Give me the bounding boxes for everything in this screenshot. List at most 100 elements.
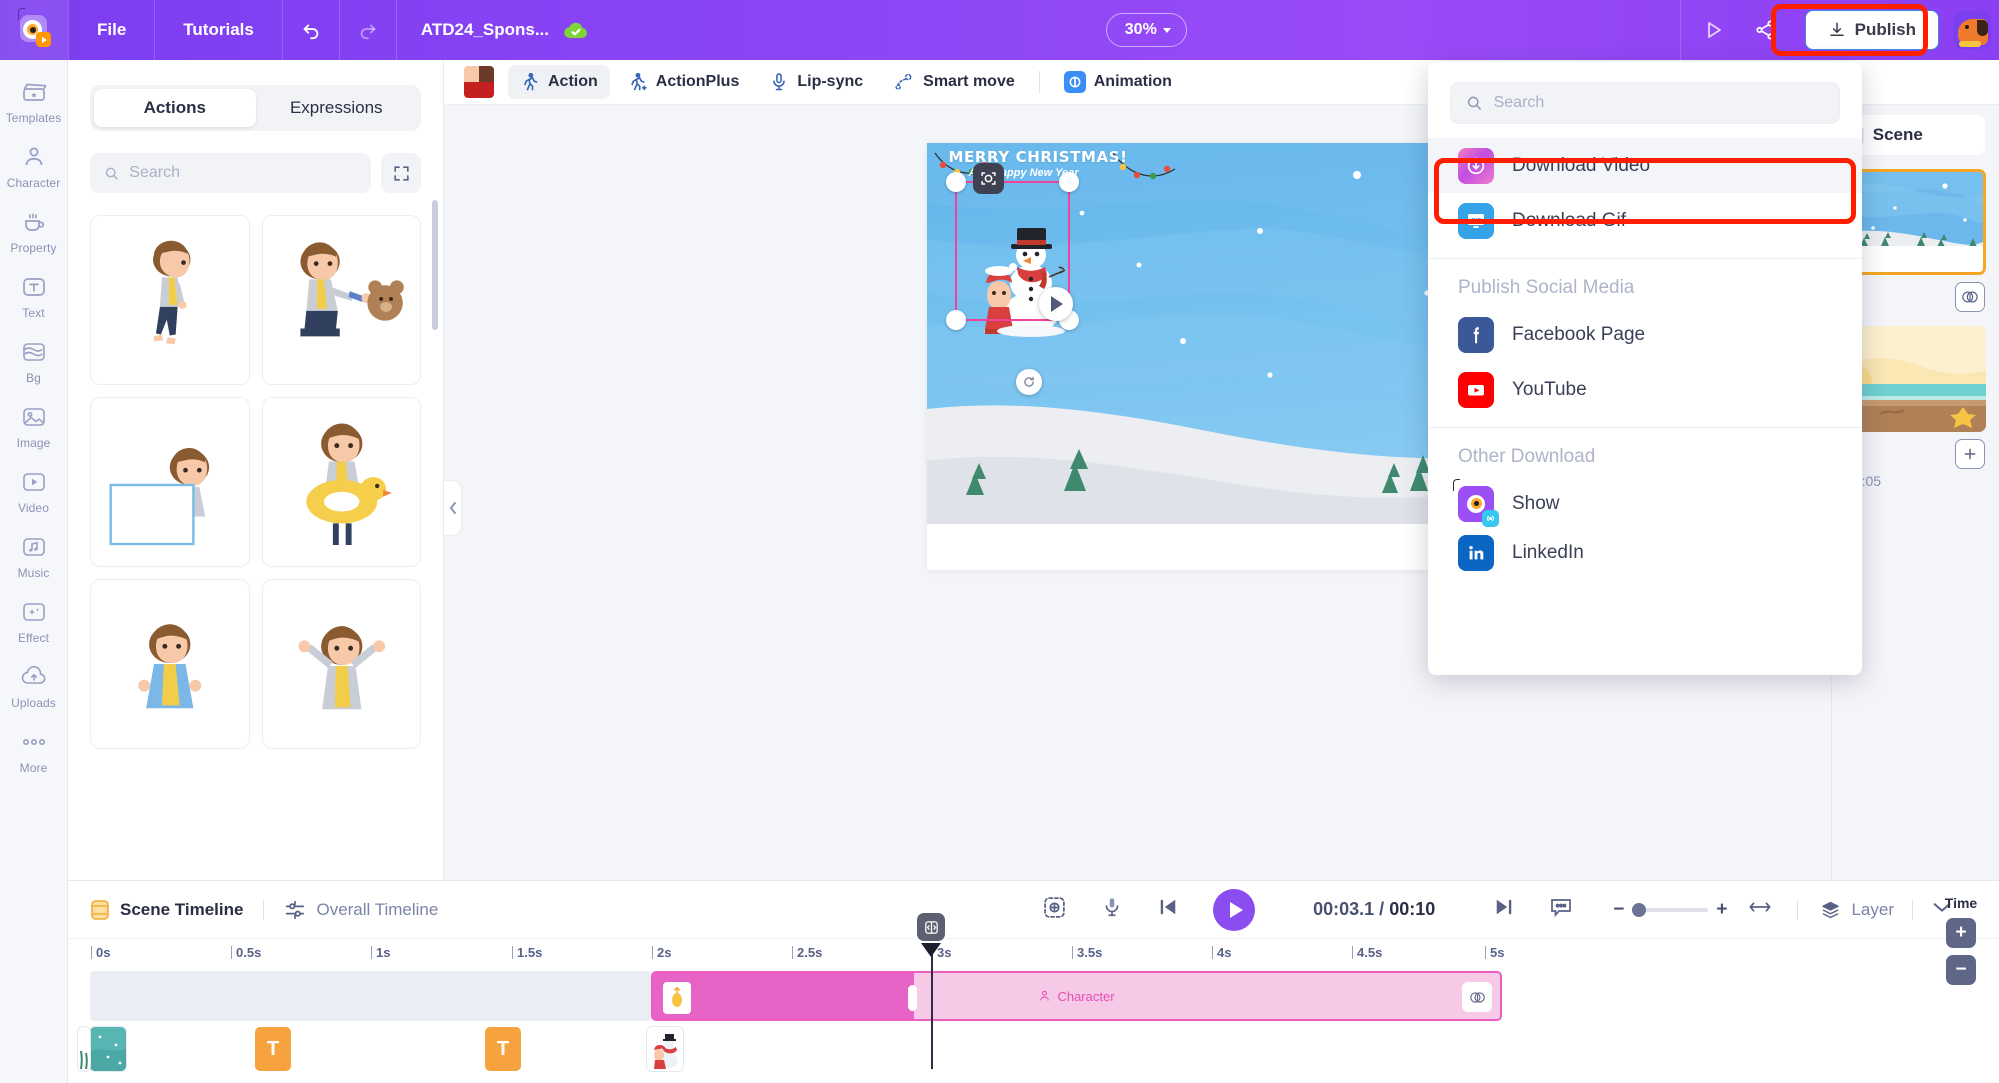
fit-width-button[interactable] — [1749, 900, 1771, 919]
rail-item-video[interactable]: Video — [0, 468, 68, 515]
panel-scrollbar[interactable] — [432, 200, 438, 330]
add-scene-button[interactable] — [1955, 439, 1985, 469]
ctx-smartmove[interactable]: Smart move — [881, 65, 1027, 99]
rotate-handle[interactable] — [1015, 369, 1042, 395]
rail-item-effect[interactable]: Effect — [0, 598, 68, 645]
rail-label: Effect — [17, 631, 50, 645]
share-button[interactable] — [1739, 0, 1791, 60]
asset-thumb-edge[interactable] — [78, 1027, 90, 1071]
playhead[interactable] — [917, 913, 945, 1069]
zoom-level-selector[interactable]: 30% — [1105, 13, 1187, 47]
tab-scene-timeline[interactable]: Scene Timeline — [90, 899, 243, 921]
next-frame-button[interactable] — [1493, 897, 1515, 922]
record-voice-button[interactable] — [1101, 895, 1123, 924]
empty-track-strip[interactable] — [90, 971, 651, 1021]
rail-item-property[interactable]: Property — [0, 208, 68, 255]
rail-item-text[interactable]: Text — [0, 273, 68, 320]
publish-button[interactable]: Publish — [1804, 10, 1940, 50]
ruler-tick: 0s — [90, 945, 111, 960]
preview-button[interactable] — [1687, 0, 1739, 60]
asset-thumb-bg-winter[interactable] — [90, 1027, 126, 1071]
resize-handle-tl[interactable] — [945, 172, 966, 192]
expand-button[interactable] — [381, 153, 421, 193]
asset-thumb-text-1[interactable]: T — [255, 1027, 291, 1071]
tab-actions[interactable]: Actions — [94, 89, 256, 127]
canvas-title-text: MERRY CHRISTMAS! — [948, 148, 1128, 166]
tab-overall-timeline[interactable]: Overall Timeline — [284, 899, 438, 921]
camera-frame-button[interactable] — [972, 163, 1004, 194]
action-thumb-boy-board[interactable] — [90, 397, 250, 567]
redo-icon — [360, 24, 376, 40]
zoom-slider-track[interactable] — [1632, 902, 1709, 917]
selection-box[interactable] — [945, 163, 1079, 395]
playhead-handle[interactable] — [917, 913, 945, 941]
clip-transition-button[interactable] — [1462, 982, 1492, 1012]
time-zoom-in-button[interactable]: + — [1946, 918, 1976, 948]
scene-transition-button[interactable] — [1955, 282, 1985, 312]
search-box[interactable] — [90, 153, 371, 193]
menu-facebook-page[interactable]: Facebook Page — [1428, 307, 1862, 362]
download-icon — [1829, 22, 1844, 36]
scene-thumb-beach[interactable] — [1846, 326, 1986, 432]
ctx-animation[interactable]: Animation — [1052, 64, 1184, 100]
action-thumb-boy-duck[interactable] — [261, 397, 421, 567]
user-avatar[interactable] — [1953, 11, 1992, 49]
timeline-zoom-slider[interactable]: − + — [1613, 899, 1727, 921]
menu-file[interactable]: File — [68, 0, 154, 60]
color-swatch[interactable] — [464, 66, 494, 98]
preview-play-overlay[interactable] — [1038, 287, 1073, 321]
redo-button[interactable] — [338, 0, 396, 60]
action-thumb-boy-teddy[interactable] — [261, 215, 421, 385]
action-thumb-boy-walking[interactable] — [90, 215, 250, 385]
rail-item-uploads[interactable]: Uploads — [0, 663, 68, 710]
animaker-show-icon — [1453, 478, 1499, 527]
download-gif-icon: GIF — [1458, 202, 1494, 239]
dropdown-search-box[interactable] — [1450, 82, 1840, 124]
asset-thumb-snowman[interactable] — [647, 1027, 683, 1071]
music-note-icon — [19, 533, 49, 561]
rail-item-music[interactable]: Music — [0, 533, 68, 580]
menu-tutorials[interactable]: Tutorials — [154, 0, 282, 60]
zoom-out-button[interactable]: − — [1613, 899, 1624, 921]
clip-trim-handle[interactable] — [908, 985, 917, 1011]
menu-download-gif[interactable]: GIF Download Gif — [1428, 193, 1862, 248]
prev-frame-button[interactable] — [1157, 897, 1179, 922]
collapse-panel-button[interactable] — [444, 480, 462, 536]
dropdown-search-input[interactable] — [1493, 94, 1824, 112]
zoom-slider-knob[interactable] — [1632, 902, 1647, 917]
fit-to-screen-button[interactable] — [1042, 895, 1067, 925]
menu-linkedin[interactable]: LinkedIn — [1428, 531, 1862, 575]
menu-download-video[interactable]: Download Video — [1428, 138, 1862, 193]
search-input[interactable] — [129, 164, 357, 182]
tab-expressions[interactable]: Expressions — [256, 89, 418, 127]
action-thumb-boy-sitting[interactable] — [90, 579, 250, 749]
asset-thumb-text-2[interactable]: T — [485, 1027, 521, 1071]
app-logo[interactable] — [0, 0, 68, 60]
rail-item-bg[interactable]: Bg — [0, 338, 68, 385]
undo-button[interactable] — [281, 0, 339, 60]
time-zoom-out-button[interactable]: − — [1946, 955, 1976, 985]
rail-item-more[interactable]: More — [0, 728, 68, 775]
zoom-level-value: 30% — [1124, 21, 1157, 38]
timeline-ruler[interactable]: 0s 0.5s 1s 1.5s 2s 2.5s 3s 3.5s 4s 4.5s … — [90, 939, 1923, 969]
zoom-in-button[interactable]: + — [1716, 899, 1727, 921]
subtitle-button[interactable] — [1549, 896, 1573, 923]
fit-to-screen-icon — [1044, 896, 1065, 918]
ctx-actionplus[interactable]: ActionPlus — [616, 65, 752, 99]
project-title-area[interactable]: ATD24_Spons... — [395, 0, 613, 60]
menu-show[interactable]: Show — [1428, 476, 1862, 531]
layer-button[interactable]: Layer — [1820, 900, 1894, 920]
rail-item-character[interactable]: Character — [0, 143, 68, 190]
menu-youtube[interactable]: YouTube — [1428, 362, 1862, 417]
resize-handle-tr[interactable] — [1058, 172, 1079, 192]
rail-item-templates[interactable]: Templates — [0, 78, 68, 125]
action-thumb-boy-arms-up[interactable] — [261, 579, 421, 749]
scene-thumb-winter[interactable] — [1846, 169, 1986, 275]
play-button[interactable] — [1213, 888, 1256, 931]
ctx-action-label: Action — [548, 73, 598, 90]
ctx-lipsync[interactable]: Lip-sync — [757, 65, 875, 99]
ctx-action[interactable]: Action — [508, 65, 610, 99]
rail-item-image[interactable]: Image — [0, 403, 68, 450]
resize-handle-bl[interactable] — [945, 310, 966, 330]
character-clip[interactable]: Character — [651, 971, 1502, 1021]
